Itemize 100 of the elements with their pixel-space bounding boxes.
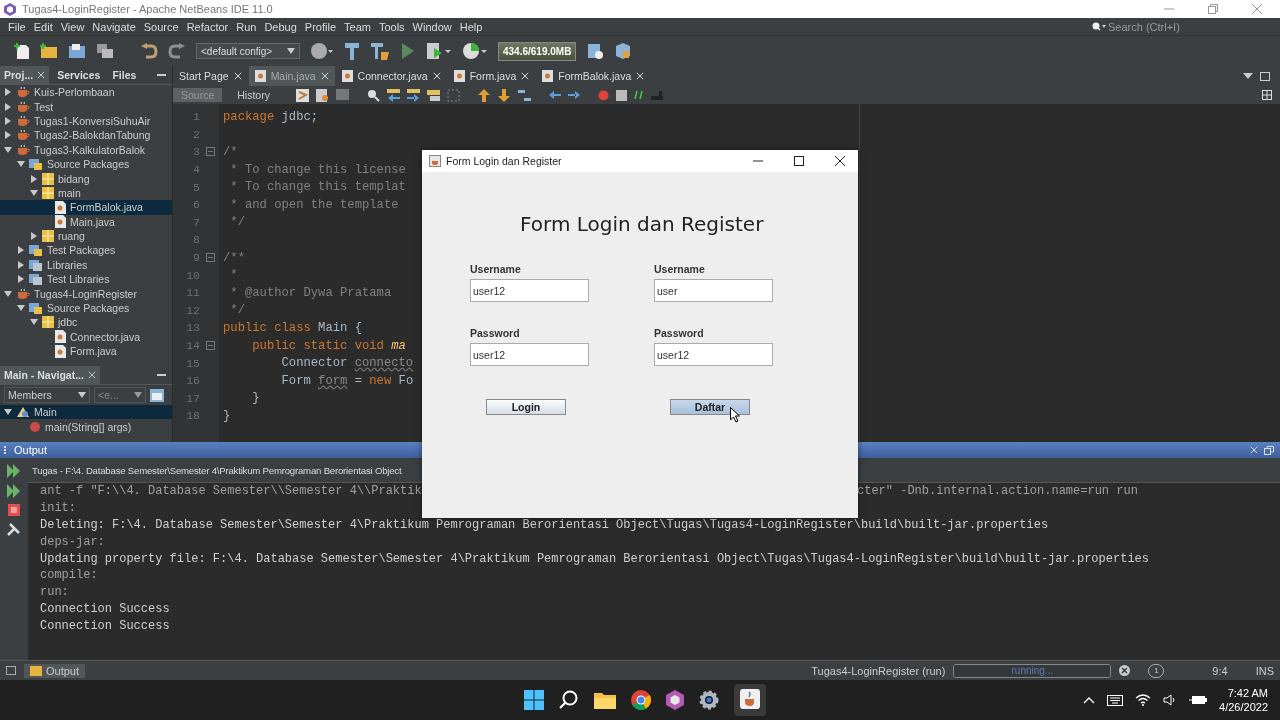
close-icon[interactable] — [835, 156, 845, 166]
arrow-left-icon[interactable] — [386, 88, 400, 102]
collapse-arrow-icon[interactable] — [4, 289, 12, 298]
collapse-arrow-icon[interactable] — [17, 160, 25, 169]
tree-item[interactable]: FormBalok.java — [0, 200, 172, 215]
menu-item[interactable]: Profile — [300, 20, 340, 33]
chevron-up-icon[interactable] — [1083, 696, 1096, 704]
tree-item[interactable]: Connector.java — [0, 329, 172, 345]
output-tab[interactable]: Output — [24, 663, 86, 678]
expand-arrow-icon[interactable] — [17, 260, 25, 269]
expand-arrow-icon[interactable] — [4, 88, 12, 97]
fold-icon[interactable] — [206, 147, 215, 157]
tree-item[interactable]: bidang — [0, 171, 172, 186]
folder-icon[interactable] — [594, 691, 616, 709]
bookmark-icon[interactable] — [426, 88, 440, 102]
minimize-icon[interactable] — [157, 73, 166, 77]
menu-item[interactable]: Run — [232, 20, 261, 33]
output-tab[interactable]: Tugas - F:\4. Database Semester\Semester 4\Praktikum Pemrograman Berorientasi Object — [32, 464, 402, 476]
split-icon[interactable] — [1262, 90, 1272, 100]
expand-arrow-icon[interactable] — [4, 131, 12, 140]
cancel-icon[interactable] — [1119, 665, 1131, 676]
comment-slashes-icon[interactable] — [633, 91, 644, 99]
editor-tab[interactable]: Connector.java — [335, 66, 447, 86]
tree-item[interactable]: Main — [0, 405, 172, 420]
form-button[interactable]: Login — [486, 399, 566, 415]
search-icon[interactable] — [559, 690, 579, 710]
new-file-icon[interactable] — [14, 42, 30, 60]
rerun-icon[interactable] — [7, 464, 21, 478]
editor-tab[interactable]: Form.java — [447, 66, 536, 86]
garbage-collect-icon[interactable] — [586, 42, 605, 60]
window-icon[interactable] — [6, 666, 16, 675]
gauge-icon[interactable] — [462, 42, 488, 60]
hammer-icon[interactable] — [344, 42, 360, 60]
tree-item[interactable]: Tugas4-LoginRegister — [0, 286, 172, 301]
panel-tab[interactable]: Services — [53, 66, 105, 84]
search-icon[interactable] — [1092, 21, 1106, 32]
tree-item[interactable]: Test Packages — [0, 243, 172, 258]
menu-item[interactable]: Help — [455, 20, 487, 33]
editor-tab[interactable]: Start Page — [173, 66, 248, 86]
tree-item[interactable]: jdbc — [0, 315, 172, 330]
wrench-icon[interactable] — [7, 522, 21, 536]
tree-item[interactable]: main(String[] args) — [0, 419, 172, 434]
members-dropdown[interactable]: Members — [4, 387, 90, 403]
record-icon[interactable] — [597, 89, 609, 101]
config-dropdown[interactable]: <default config> — [196, 43, 300, 59]
arrow-right-icon[interactable] — [567, 91, 580, 99]
fold-icon[interactable] — [206, 341, 215, 350]
undo-icon[interactable] — [140, 43, 158, 59]
search-icon[interactable] — [366, 88, 380, 102]
view-toggle[interactable]: History — [229, 88, 278, 102]
expand-arrow-icon[interactable] — [17, 246, 25, 255]
menu-item[interactable]: Edit — [29, 20, 57, 33]
cube-icon[interactable] — [614, 42, 633, 60]
tree-item[interactable]: Source Packages — [0, 300, 172, 316]
tree-item[interactable]: Source Packages — [0, 156, 172, 172]
redo-icon[interactable] — [168, 43, 186, 59]
tree-item[interactable]: Form.java — [0, 344, 172, 359]
new-folder-icon[interactable] — [40, 43, 58, 59]
expand-arrow-icon[interactable] — [4, 116, 12, 125]
menu-item[interactable]: Navigate — [88, 20, 140, 33]
clock-time[interactable]: 7:42 AM — [1227, 686, 1268, 700]
expand-arrow-icon[interactable] — [17, 275, 25, 284]
editor-tab[interactable]: FormBalok.java — [536, 66, 651, 86]
tree-item[interactable]: Tugas2-BalokdanTabung — [0, 128, 172, 143]
menu-item[interactable]: File — [4, 20, 30, 33]
menu-item[interactable]: Window — [408, 20, 456, 33]
panel-tab[interactable]: Main - Navigat... — [0, 366, 100, 384]
search-field[interactable]: Search (Ctrl+I) — [1106, 19, 1270, 34]
tree-item[interactable]: main — [0, 185, 172, 201]
menu-item[interactable]: Source — [139, 20, 183, 33]
history-icon[interactable] — [295, 88, 309, 102]
hammer-brush-icon[interactable] — [370, 42, 390, 60]
tree-item[interactable]: Kuis-Perlombaan — [0, 85, 172, 100]
tree-item[interactable]: ruang — [0, 228, 172, 244]
windows-stack-icon[interactable] — [96, 43, 114, 59]
menu-item[interactable]: Team — [340, 20, 375, 33]
stop-icon[interactable] — [615, 89, 627, 101]
tree-item[interactable]: Main.java — [0, 214, 172, 229]
tree-item[interactable]: Test — [0, 99, 172, 114]
windows-logo-icon[interactable] — [524, 690, 544, 710]
hexagon-app-icon[interactable] — [666, 690, 684, 710]
rerun-icon[interactable] — [7, 484, 21, 498]
input-field[interactable]: user12 — [470, 279, 589, 302]
debug-run-icon[interactable] — [426, 42, 452, 60]
gear-icon[interactable] — [699, 690, 719, 710]
input-field[interactable]: user — [654, 279, 773, 302]
panel-tab[interactable]: Proj... — [0, 66, 50, 84]
collapse-arrow-icon[interactable] — [30, 318, 38, 327]
tree-item[interactable]: Tugas1-KonversiSuhuAir — [0, 113, 172, 129]
arrow-down-icon[interactable] — [497, 88, 511, 102]
play-icon[interactable] — [400, 42, 416, 60]
window-icon[interactable] — [150, 388, 164, 402]
arrow-up-icon[interactable] — [477, 88, 491, 102]
menu-item[interactable]: View — [56, 20, 89, 33]
taskbar-app[interactable] — [734, 684, 766, 716]
wifi-icon[interactable] — [1135, 694, 1152, 706]
globe-icon[interactable] — [310, 42, 334, 60]
expand-arrow-icon[interactable] — [4, 102, 12, 111]
menu-item[interactable]: Debug — [260, 20, 301, 33]
open-folder-icon[interactable] — [68, 43, 86, 59]
